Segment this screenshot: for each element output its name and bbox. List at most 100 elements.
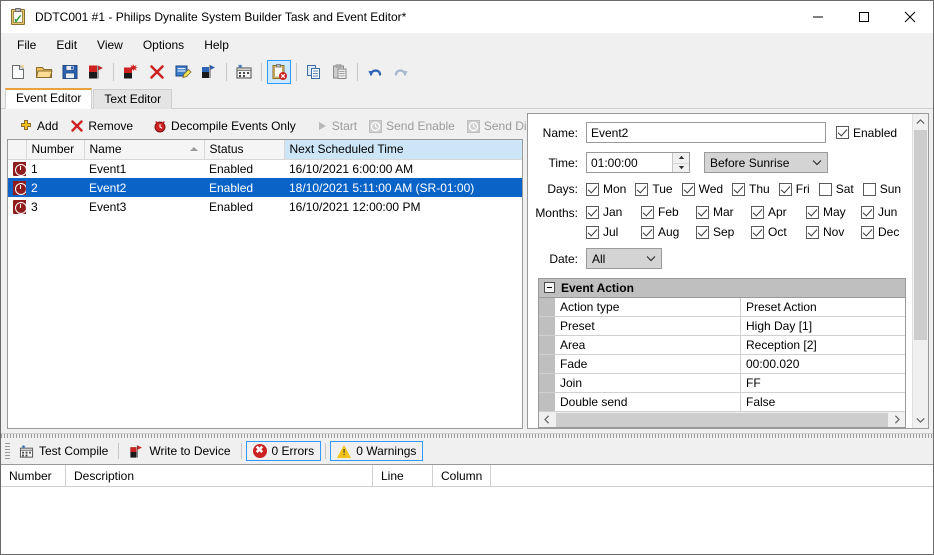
month-checkbox-dec[interactable]: Dec bbox=[861, 225, 916, 239]
time-stepper[interactable]: 01:00:00 bbox=[586, 152, 690, 173]
column-header-number[interactable]: Number bbox=[26, 140, 85, 160]
property-value[interactable]: False bbox=[741, 393, 905, 411]
month-checkbox-mar[interactable]: Mar bbox=[696, 205, 751, 219]
day-checkbox-thu[interactable]: Thu bbox=[732, 182, 770, 196]
time-condition-dropdown[interactable]: Before Sunrise bbox=[704, 152, 828, 173]
day-checkbox-mon[interactable]: Mon bbox=[586, 182, 626, 196]
undo-icon[interactable] bbox=[363, 60, 387, 84]
time-value[interactable]: 01:00:00 bbox=[587, 153, 672, 172]
delete-icon[interactable] bbox=[145, 60, 169, 84]
scroll-up-icon[interactable] bbox=[913, 114, 928, 130]
clear-clipboard-icon[interactable] bbox=[267, 60, 291, 84]
add-event-icon[interactable] bbox=[119, 60, 143, 84]
copy-icon[interactable] bbox=[302, 60, 326, 84]
month-checkbox-sep[interactable]: Sep bbox=[696, 225, 751, 239]
remove-button[interactable]: Remove bbox=[64, 117, 139, 135]
enabled-checkbox[interactable]: Enabled bbox=[836, 126, 897, 140]
property-value[interactable]: Reception [2] bbox=[741, 336, 905, 354]
save-icon[interactable] bbox=[58, 60, 82, 84]
property-row[interactable]: Double send False bbox=[539, 392, 905, 411]
table-row[interactable]: 1 Event1 Enabled 16/10/2021 6:00:00 AM bbox=[8, 159, 522, 178]
detail-panel-vertical-scrollbar[interactable] bbox=[912, 114, 928, 428]
column-header-name[interactable]: Name bbox=[84, 140, 205, 160]
maximize-button[interactable] bbox=[841, 1, 887, 33]
new-file-icon[interactable] bbox=[6, 60, 30, 84]
open-folder-icon[interactable] bbox=[32, 60, 56, 84]
vertical-scroll-track[interactable] bbox=[913, 130, 928, 412]
month-checkbox-may[interactable]: May bbox=[806, 205, 861, 219]
output-column-line[interactable]: Line bbox=[373, 465, 433, 486]
output-column-description[interactable]: Description bbox=[66, 465, 373, 486]
save-to-device-icon[interactable] bbox=[84, 60, 108, 84]
day-checkbox-wed[interactable]: Wed bbox=[681, 182, 723, 196]
collapse-icon[interactable] bbox=[544, 282, 555, 294]
test-compile-icon[interactable] bbox=[232, 60, 256, 84]
month-checkbox-jun[interactable]: Jun bbox=[861, 205, 916, 219]
date-dropdown[interactable]: All bbox=[586, 248, 662, 269]
day-checkbox-sat[interactable]: Sat bbox=[818, 182, 854, 196]
property-row[interactable]: Preset High Day [1] bbox=[539, 316, 905, 336]
menu-item-file[interactable]: File bbox=[7, 35, 46, 55]
month-checkbox-oct[interactable]: Oct bbox=[751, 225, 806, 239]
month-checkbox-apr[interactable]: Apr bbox=[751, 205, 806, 219]
write-device-icon[interactable] bbox=[197, 60, 221, 84]
minimize-button[interactable] bbox=[795, 1, 841, 33]
tab-event-editor[interactable]: Event Editor bbox=[5, 88, 93, 109]
day-checkbox-tue[interactable]: Tue bbox=[635, 182, 673, 196]
redo-icon[interactable] bbox=[389, 60, 413, 84]
stepper-down-icon[interactable] bbox=[673, 162, 689, 173]
menu-item-view[interactable]: View bbox=[87, 35, 133, 55]
month-checkbox-jul[interactable]: Jul bbox=[586, 225, 641, 239]
property-value[interactable]: 00:00.020 bbox=[741, 355, 905, 373]
event-grid[interactable]: Number Name Status Next Scheduled Time 1… bbox=[7, 139, 523, 429]
errors-button[interactable]: ✖ 0 Errors bbox=[245, 441, 322, 461]
scroll-left-icon[interactable] bbox=[539, 412, 555, 428]
month-checkbox-feb[interactable]: Feb bbox=[641, 205, 696, 219]
edit-properties-icon[interactable] bbox=[171, 60, 195, 84]
paste-icon[interactable] bbox=[328, 60, 352, 84]
send-enable-button[interactable]: Send Enable bbox=[363, 117, 461, 135]
month-checkbox-aug[interactable]: Aug bbox=[641, 225, 696, 239]
property-value[interactable]: Preset Action bbox=[741, 298, 905, 316]
decompile-events-button[interactable]: Decompile Events Only bbox=[147, 117, 302, 135]
property-value[interactable]: High Day [1] bbox=[741, 317, 905, 335]
property-row[interactable]: Area Reception [2] bbox=[539, 335, 905, 355]
close-button[interactable] bbox=[887, 1, 933, 33]
toolbar-grip-icon[interactable] bbox=[5, 443, 10, 459]
day-checkbox-sun[interactable]: Sun bbox=[862, 182, 901, 196]
tab-text-editor[interactable]: Text Editor bbox=[93, 89, 173, 109]
output-column-number[interactable]: Number bbox=[1, 465, 66, 486]
scroll-right-icon[interactable] bbox=[889, 412, 905, 428]
scroll-down-icon[interactable] bbox=[913, 412, 928, 428]
menu-item-options[interactable]: Options bbox=[133, 35, 194, 55]
column-header-status[interactable]: Status bbox=[204, 140, 285, 160]
day-checkbox-fri[interactable]: Fri bbox=[778, 182, 810, 196]
menu-item-edit[interactable]: Edit bbox=[46, 35, 87, 55]
stepper-up-icon[interactable] bbox=[673, 153, 689, 163]
table-row[interactable]: 2 Event2 Enabled 18/10/2021 5:11:00 AM (… bbox=[8, 178, 522, 197]
month-checkbox-nov[interactable]: Nov bbox=[806, 225, 861, 239]
event-action-property-grid[interactable]: Event Action Action type Preset Action P… bbox=[538, 278, 906, 428]
vertical-scroll-thumb[interactable] bbox=[914, 130, 927, 340]
property-row[interactable]: Join FF bbox=[539, 373, 905, 393]
test-compile-button[interactable]: Test Compile bbox=[13, 442, 114, 461]
start-button[interactable]: Start bbox=[310, 117, 363, 135]
column-header-icon[interactable] bbox=[8, 140, 27, 160]
write-to-device-button[interactable]: Write to Device bbox=[123, 442, 236, 461]
output-column-column[interactable]: Column bbox=[433, 465, 491, 486]
horizontal-scroll-thumb[interactable] bbox=[556, 412, 888, 427]
table-row[interactable]: 3 Event3 Enabled 16/10/2021 12:00:00 PM bbox=[8, 197, 522, 216]
warnings-button[interactable]: 0 Warnings bbox=[330, 441, 424, 461]
add-button[interactable]: Add bbox=[13, 117, 64, 135]
name-input[interactable]: Event2 bbox=[586, 122, 826, 143]
column-header-next-scheduled-time[interactable]: Next Scheduled Time bbox=[284, 140, 522, 160]
property-grid-horizontal-scrollbar[interactable] bbox=[539, 411, 905, 427]
property-value[interactable]: FF bbox=[741, 374, 905, 392]
month-checkbox-jan[interactable]: Jan bbox=[586, 205, 641, 219]
property-row[interactable]: Fade 00:00.020 bbox=[539, 354, 905, 374]
property-row[interactable]: Action type Preset Action bbox=[539, 297, 905, 317]
sort-ascending-icon bbox=[189, 147, 198, 151]
property-grid-header[interactable]: Event Action bbox=[539, 279, 905, 298]
menu-item-help[interactable]: Help bbox=[194, 35, 239, 55]
output-grid[interactable]: Number Description Line Column bbox=[1, 464, 933, 554]
